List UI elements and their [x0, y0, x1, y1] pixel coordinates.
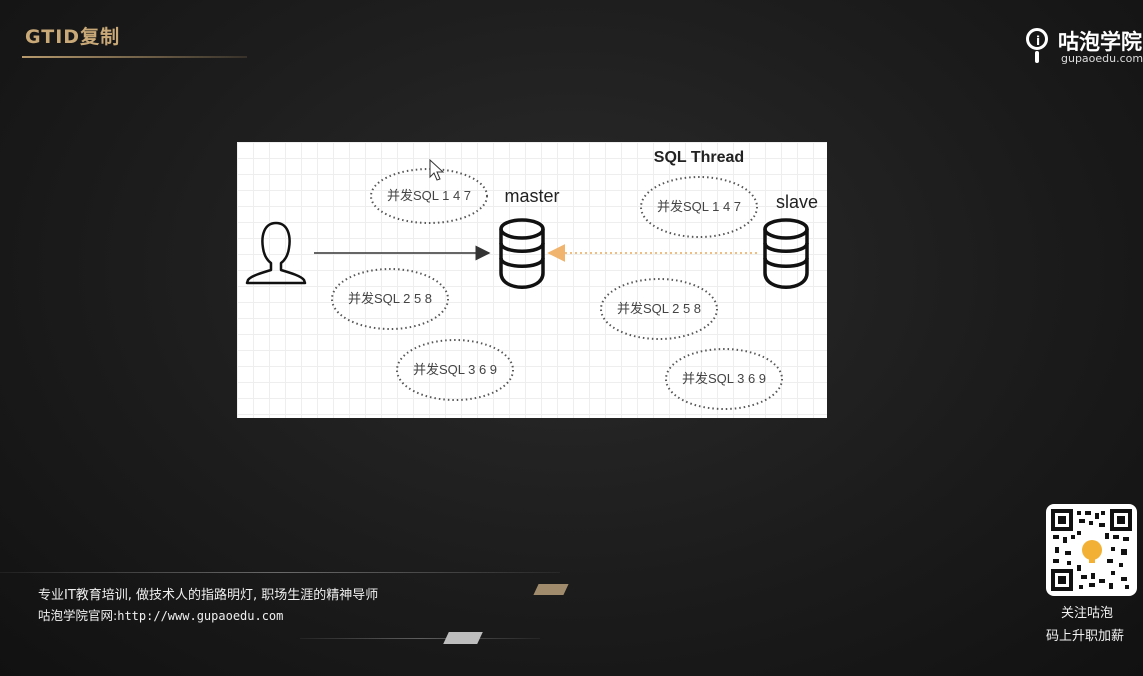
diagram-heading: SQL Thread [654, 149, 744, 166]
replication-diagram: SQL Thread 并发SQL 1 4 7 并发SQL 2 5 8 并发SQL… [237, 142, 827, 418]
logo-stem [1035, 51, 1039, 63]
qr-caption-line1: 关注咕泡 [1061, 606, 1114, 621]
footer-accent-gold [533, 584, 569, 595]
brand-url: gupaoedu.com [1061, 52, 1143, 65]
slave-label: slave [776, 192, 818, 212]
database-icon [499, 218, 545, 289]
master-bubble-1-label: 并发SQL 1 4 7 [387, 188, 471, 203]
lightbulb-logo-icon: i [1026, 28, 1048, 50]
footer-accent-gray [443, 632, 483, 644]
master-bubble-3-label: 并发SQL 3 6 9 [413, 362, 497, 377]
website-url: http://www.gupaoedu.com [117, 609, 284, 623]
qr-caption-line2: 码上升职加薪 [1046, 629, 1125, 644]
footer-divider-bottom [300, 638, 540, 639]
slide-title: GTID复制 [25, 26, 121, 48]
user-icon [245, 221, 307, 285]
slave-bubble-1: 并发SQL 1 4 7 [640, 176, 758, 238]
cursor-icon [429, 158, 445, 181]
slave-bubble-3: 并发SQL 3 6 9 [665, 348, 783, 410]
database-icon [763, 218, 809, 289]
slave-bubble-3-label: 并发SQL 3 6 9 [682, 371, 766, 386]
master-bubble-2-label: 并发SQL 2 5 8 [348, 291, 432, 306]
title-underline [22, 56, 247, 58]
footer-website: 咕泡学院官网:http://www.gupaoedu.com [38, 605, 283, 624]
brand-logo: i 咕泡学院 gupaoedu.com [1026, 26, 1143, 68]
master-bubble-3: 并发SQL 3 6 9 [396, 339, 514, 401]
master-bubble-1: 并发SQL 1 4 7 [370, 168, 488, 224]
slave-bubble-1-label: 并发SQL 1 4 7 [657, 199, 741, 214]
qr-code [1046, 504, 1137, 596]
slave-bubble-2: 并发SQL 2 5 8 [600, 278, 718, 340]
footer-slogan: 专业IT教育培训, 做技术人的指路明灯, 职场生涯的精神导师 [38, 588, 379, 603]
master-label: master [504, 186, 559, 206]
slave-bubble-2-label: 并发SQL 2 5 8 [617, 301, 701, 316]
footer-divider-top [0, 572, 560, 573]
website-label: 咕泡学院官网: [38, 608, 118, 623]
master-bubble-2: 并发SQL 2 5 8 [331, 268, 449, 330]
